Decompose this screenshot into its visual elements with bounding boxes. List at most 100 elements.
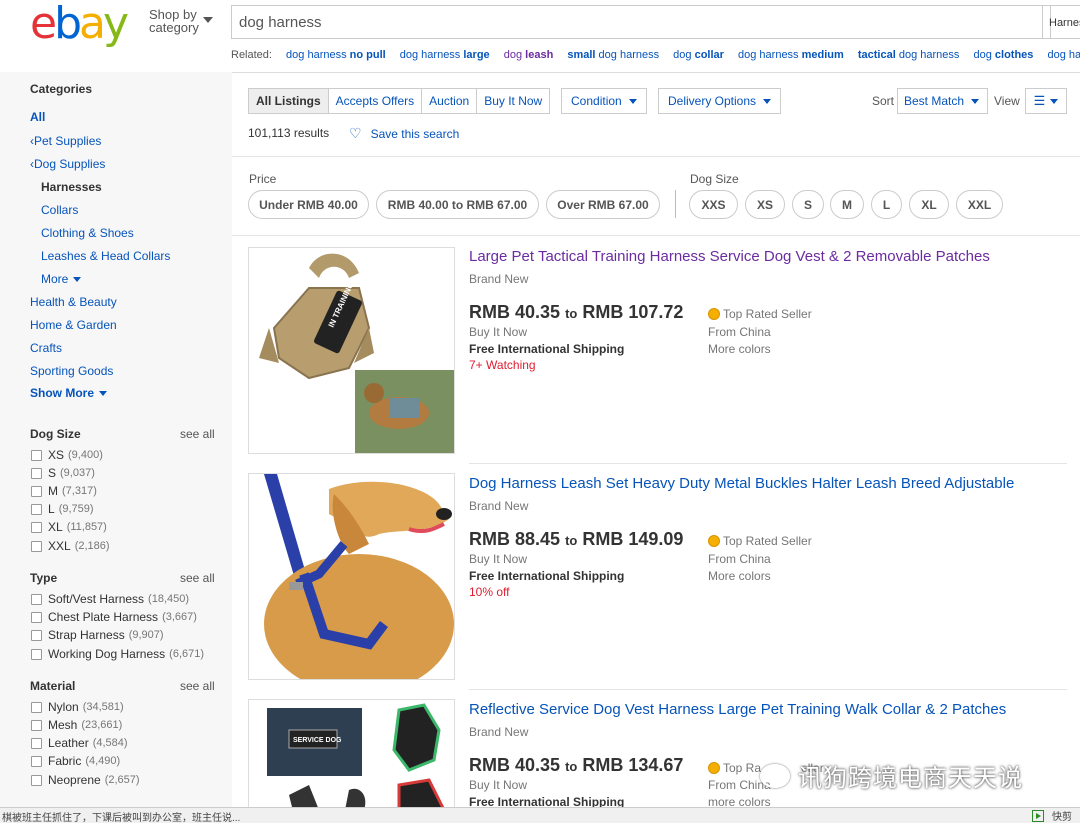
related-link[interactable]: dog harness large <box>400 49 490 61</box>
category-health-beauty[interactable]: Health & Beauty <box>30 295 117 309</box>
dog-size-filter-label: Dog Size <box>690 172 739 186</box>
listing-title-link[interactable]: Reflective Service Dog Vest Harness Larg… <box>469 701 1006 718</box>
checkbox-icon[interactable] <box>31 467 42 479</box>
delivery-options-dropdown[interactable]: Delivery Options <box>658 88 782 114</box>
tab-buy-it-now[interactable]: Buy It Now <box>476 88 551 114</box>
category-collars[interactable]: Collars <box>41 203 78 217</box>
related-link[interactable]: dog harness medium <box>738 49 844 61</box>
size-pill-l[interactable]: L <box>871 190 902 219</box>
related-bold: small <box>567 49 596 61</box>
checkbox-icon[interactable] <box>31 629 42 641</box>
listing-discount: 10% off <box>469 585 510 599</box>
category-dog-supplies[interactable]: ‹Dog Supplies <box>30 157 105 171</box>
checkbox-icon[interactable] <box>31 503 42 515</box>
search-input[interactable]: dog harness <box>231 5 1051 39</box>
category-sporting-goods[interactable]: Sporting Goods <box>30 364 113 378</box>
sort-value: Best Match <box>904 94 965 108</box>
listing-location: From China <box>708 325 771 339</box>
related-link[interactable]: small dog harness <box>567 49 659 61</box>
related-link[interactable]: dog leash <box>504 49 554 61</box>
listing-title-link[interactable]: Large Pet Tactical Training Harness Serv… <box>469 248 990 265</box>
related-link[interactable]: dog clothes <box>973 49 1033 61</box>
price-high: RMB 107.72 <box>582 302 684 322</box>
filter-checkbox[interactable]: S (9,037) <box>31 466 95 480</box>
related-link[interactable]: dog harness no pull <box>286 49 386 61</box>
type-see-all[interactable]: see all <box>180 571 215 585</box>
view-toggle-button[interactable]: ☰ <box>1025 88 1067 114</box>
checkbox-icon[interactable] <box>31 485 42 497</box>
top-rated-seller: Top Rated Seller <box>708 534 812 548</box>
size-pill-xxs[interactable]: XXS <box>689 190 738 219</box>
size-pill-xs[interactable]: XS <box>745 190 785 219</box>
search-category-select[interactable]: Harness <box>1042 5 1080 39</box>
filter-checkbox[interactable]: Mesh (23,661) <box>31 718 122 732</box>
filter-label: Soft/Vest Harness <box>48 592 145 606</box>
size-pill-xxl[interactable]: XXL <box>956 190 1003 219</box>
filter-checkbox[interactable]: Working Dog Harness (6,671) <box>31 647 204 661</box>
checkbox-icon[interactable] <box>31 540 42 552</box>
filter-checkbox[interactable]: XXL (2,186) <box>31 539 110 553</box>
filter-checkbox[interactable]: Chest Plate Harness (3,667) <box>31 610 197 624</box>
checkbox-icon[interactable] <box>31 737 42 749</box>
filter-label: M <box>48 484 58 498</box>
checkbox-icon[interactable] <box>31 593 42 605</box>
category-leashes[interactable]: Leashes & Head Collars <box>41 249 170 263</box>
related-link[interactable]: dog harn <box>1047 49 1080 61</box>
checkbox-icon[interactable] <box>31 719 42 731</box>
ebay-logo[interactable]: e b a y <box>30 0 129 46</box>
filter-checkbox[interactable]: Leather (4,584) <box>31 736 128 750</box>
checkbox-icon[interactable] <box>31 648 42 660</box>
checkbox-icon[interactable] <box>31 701 42 713</box>
filter-count: (4,490) <box>85 755 121 767</box>
tab-auction[interactable]: Auction <box>421 88 478 114</box>
filter-checkbox[interactable]: Soft/Vest Harness (18,450) <box>31 592 189 606</box>
condition-dropdown[interactable]: Condition <box>561 88 647 114</box>
size-pill-m[interactable]: M <box>830 190 864 219</box>
material-see-all[interactable]: see all <box>180 679 215 693</box>
category-home-garden[interactable]: Home & Garden <box>30 318 117 332</box>
save-search-link[interactable]: ♡ Save this search <box>349 125 459 142</box>
filter-checkbox[interactable]: L (9,759) <box>31 502 94 516</box>
checkbox-icon[interactable] <box>31 755 42 767</box>
more-label: More <box>41 272 69 286</box>
tab-all-listings[interactable]: All Listings <box>248 88 329 114</box>
price-pill-range[interactable]: RMB 40.00 to RMB 67.00 <box>376 190 539 219</box>
listing-watching: 7+ Watching <box>469 358 536 372</box>
checkbox-icon[interactable] <box>31 611 42 623</box>
filter-checkbox[interactable]: Neoprene (2,657) <box>31 773 140 787</box>
listing-image[interactable]: IN TRAINING <box>248 247 455 454</box>
show-more-categories[interactable]: Show More <box>30 386 108 400</box>
shop-by-category-button[interactable]: Shop by category <box>149 8 213 34</box>
category-crafts[interactable]: Crafts <box>30 341 62 355</box>
filter-checkbox[interactable]: XL (11,857) <box>31 520 107 534</box>
category-all[interactable]: All <box>30 110 45 124</box>
related-link[interactable]: tactical dog harness <box>858 49 960 61</box>
filter-checkbox[interactable]: XS (9,400) <box>31 448 103 462</box>
price-pill-over[interactable]: Over RMB 67.00 <box>546 190 660 219</box>
listing-image[interactable] <box>248 473 455 680</box>
filter-checkbox[interactable]: M (7,317) <box>31 484 97 498</box>
size-pill-s[interactable]: S <box>792 190 824 219</box>
sort-dropdown[interactable]: Best Match <box>897 88 988 114</box>
dog-size-see-all[interactable]: see all <box>180 427 215 441</box>
category-pet-supplies[interactable]: ‹Pet Supplies <box>30 134 101 148</box>
tab-accepts-offers[interactable]: Accepts Offers <box>327 88 423 114</box>
listing-location: From China <box>708 552 771 566</box>
filter-checkbox[interactable]: Nylon (34,581) <box>31 700 124 714</box>
checkbox-icon[interactable] <box>31 449 42 461</box>
listing-title-link[interactable]: Dog Harness Leash Set Heavy Duty Metal B… <box>469 475 1014 492</box>
category-more[interactable]: More <box>41 272 82 286</box>
listing-image[interactable]: SERVICE DOG <box>248 699 455 819</box>
checkbox-icon[interactable] <box>31 521 42 533</box>
checkbox-icon[interactable] <box>31 774 42 786</box>
filter-label: Strap Harness <box>48 628 125 642</box>
status-bar-right[interactable]: 快剪 <box>1032 808 1072 823</box>
related-link[interactable]: dog collar <box>673 49 724 61</box>
listing-format: Buy It Now <box>469 778 528 792</box>
filter-checkbox[interactable]: Fabric (4,490) <box>31 754 120 768</box>
listing-format: Buy It Now <box>469 552 528 566</box>
category-clothing-shoes[interactable]: Clothing & Shoes <box>41 226 134 240</box>
filter-checkbox[interactable]: Strap Harness (9,907) <box>31 628 164 642</box>
size-pill-xl[interactable]: XL <box>909 190 949 219</box>
price-pill-under[interactable]: Under RMB 40.00 <box>248 190 369 219</box>
